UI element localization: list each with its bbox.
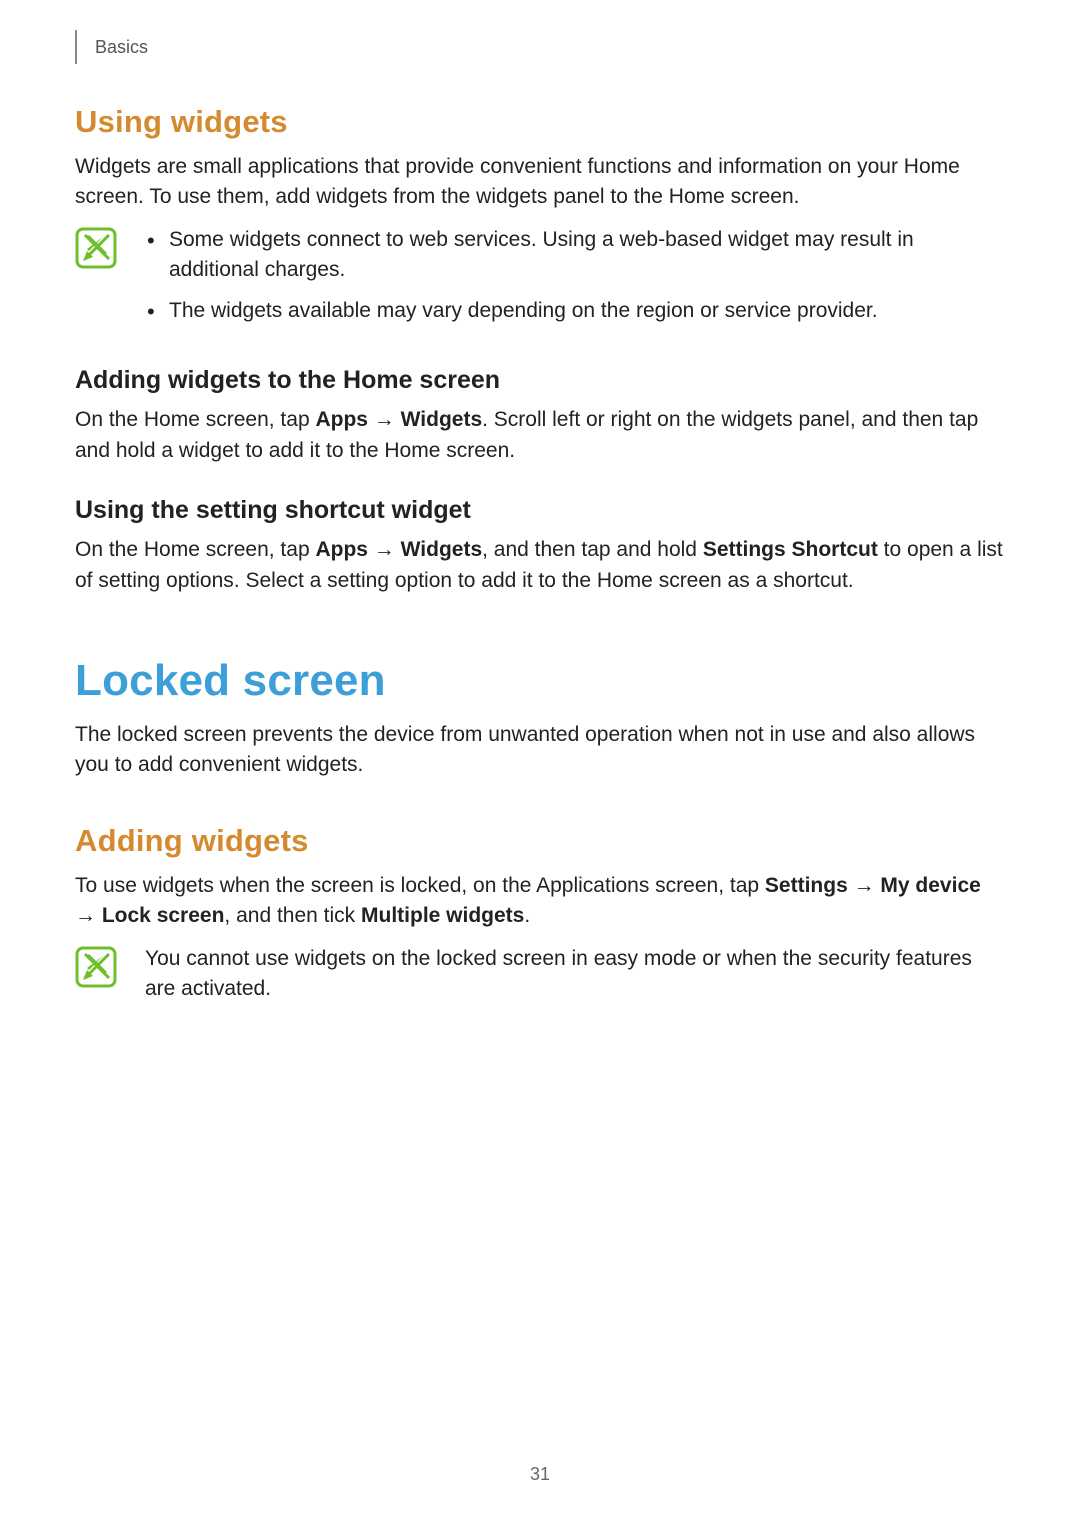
bold-widgets: Widgets [401,408,482,431]
note-item: Some widgets connect to web services. Us… [169,225,1005,286]
bold-apps: Apps [315,538,368,561]
chapter-bar: Basics [75,30,1005,64]
heading-adding-widgets: Adding widgets [75,823,1005,859]
note-paragraph: You cannot use widgets on the locked scr… [145,944,1005,1005]
text: , and then tap and hold [482,538,703,561]
paragraph-setting-shortcut: On the Home screen, tap Apps → Widgets, … [75,535,1005,596]
paragraph-locked-screen-intro: The locked screen prevents the device fr… [75,720,1005,781]
arrow: → [368,408,401,431]
bold-apps: Apps [315,408,368,431]
bold-my-device: My device [880,874,980,897]
note-content: You cannot use widgets on the locked scr… [145,944,1005,1005]
note-item: The widgets available may vary depending… [169,296,1005,326]
text: , and then tick [224,904,361,927]
note-icon [75,946,117,988]
note-content: Some widgets connect to web services. Us… [145,225,1005,336]
paragraph-using-widgets-intro: Widgets are small applications that prov… [75,152,1005,213]
note-block-locked: You cannot use widgets on the locked scr… [75,944,1005,1005]
note-icon [75,227,117,269]
paragraph-adding-widgets-locked: To use widgets when the screen is locked… [75,871,1005,932]
text: To use widgets when the screen is locked… [75,874,765,897]
text: On the Home screen, tap [75,408,315,431]
arrow: → [848,874,881,897]
heading-locked-screen: Locked screen [75,656,1005,706]
text: On the Home screen, tap [75,538,315,561]
bold-settings: Settings [765,874,848,897]
chapter-divider [75,30,77,64]
arrow: → [368,538,401,561]
paragraph-adding-widgets-home: On the Home screen, tap Apps → Widgets. … [75,405,1005,466]
note-list: Some widgets connect to web services. Us… [145,225,1005,326]
note-block-widgets: Some widgets connect to web services. Us… [75,225,1005,336]
text: . [524,904,530,927]
bold-multiple-widgets: Multiple widgets [361,904,524,927]
heading-setting-shortcut: Using the setting shortcut widget [75,496,1005,525]
chapter-label: Basics [95,37,148,58]
bold-lock-screen: Lock screen [102,904,225,927]
arrow: → [75,904,102,927]
bold-settings-shortcut: Settings Shortcut [703,538,878,561]
bold-widgets: Widgets [401,538,482,561]
page-number: 31 [0,1464,1080,1485]
heading-adding-widgets-home: Adding widgets to the Home screen [75,366,1005,395]
heading-using-widgets: Using widgets [75,104,1005,140]
page: Basics Using widgets Widgets are small a… [0,0,1080,1527]
